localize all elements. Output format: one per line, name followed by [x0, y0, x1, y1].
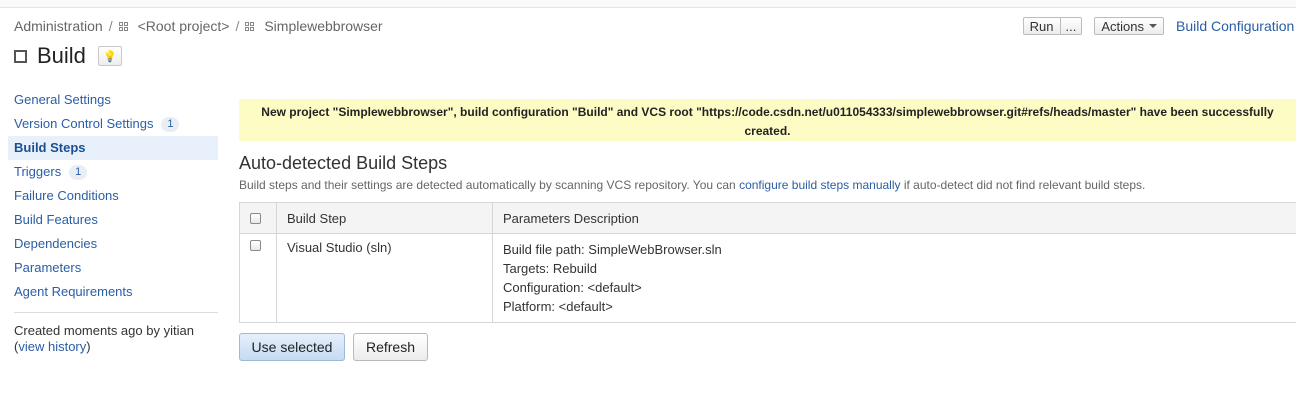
parameters-description: Build file path: SimpleWebBrowser.sln Ta… [492, 233, 1296, 323]
param-line: Build file path: SimpleWebBrowser.sln [503, 242, 722, 257]
row-select-cell [239, 233, 277, 323]
sidebar-item-label: Dependencies [14, 236, 98, 251]
sidebar-item-dependencies[interactable]: Dependencies [8, 232, 218, 256]
header-select-all-cell [239, 202, 277, 234]
chevron-down-icon [1149, 24, 1157, 28]
run-button-group: Run ... [1022, 17, 1083, 35]
breadcrumb-separator: / [108, 18, 113, 34]
sidebar-item-version-control-settings[interactable]: Version Control Settings 1 [8, 112, 218, 136]
sidebar-item-failure-conditions[interactable]: Failure Conditions [8, 184, 218, 208]
sidebar-item-general-settings[interactable]: General Settings [8, 88, 218, 112]
run-options-button[interactable]: ... [1060, 17, 1083, 35]
run-button[interactable]: Run [1022, 17, 1061, 35]
view-history-link[interactable]: view history [18, 339, 86, 354]
sidebar-item-label: Build Steps [14, 140, 86, 155]
created-info: Created moments ago by yitian (view hist… [14, 323, 218, 355]
sidebar-divider [14, 312, 218, 313]
count-badge: 1 [161, 116, 180, 132]
lightbulb-icon: 💡 [103, 50, 117, 63]
sidebar-item-agent-requirements[interactable]: Agent Requirements [8, 280, 218, 304]
actions-dropdown[interactable]: Actions [1094, 17, 1164, 35]
table-row: Visual Studio (sln) Build file path: Sim… [239, 233, 1296, 323]
count-badge: 1 [69, 164, 88, 180]
section-description: Build steps and their settings are detec… [239, 178, 1145, 192]
use-selected-button[interactable]: Use selected [239, 333, 345, 361]
select-all-checkbox[interactable] [250, 212, 261, 224]
breadcrumb-root-project[interactable]: <Root project> [138, 18, 230, 34]
sidebar-item-label: Failure Conditions [14, 188, 119, 203]
sidebar-item-label: Agent Requirements [14, 284, 133, 299]
build-configuration-icon [14, 49, 27, 63]
title-row: Build 💡 [14, 43, 122, 69]
build-step-name: Visual Studio (sln) [276, 233, 493, 323]
breadcrumb-project[interactable]: Simplewebbrowser [264, 18, 382, 34]
column-header-build-step: Build Step [276, 202, 493, 234]
param-line: Platform: <default> [503, 299, 613, 314]
breadcrumb: Administration / <Root project> / Simple… [14, 18, 383, 34]
param-line: Configuration: <default> [503, 280, 642, 295]
success-notice: New project "Simplewebbrowser", build co… [239, 99, 1296, 141]
build-configuration-home-link[interactable]: Build Configuration H [1176, 18, 1296, 34]
param-line: Targets: Rebuild [503, 261, 597, 276]
section-title: Auto-detected Build Steps [239, 153, 448, 173]
table-header-row: Build Step Parameters Description [239, 202, 1296, 234]
description-text: Build steps and their settings are detec… [239, 178, 740, 192]
sidebar-item-label: General Settings [14, 92, 111, 107]
row-checkbox[interactable] [250, 240, 261, 251]
build-steps-table: Build Step Parameters Description Visual… [239, 202, 1296, 323]
breadcrumb-separator: / [235, 18, 240, 34]
sidebar-item-label: Triggers [14, 164, 62, 179]
column-header-parameters: Parameters Description [492, 202, 1296, 234]
created-text: Created moments ago by yitian [14, 323, 194, 338]
actions-label: Actions [1101, 18, 1144, 34]
sidebar-item-triggers[interactable]: Triggers 1 [8, 160, 218, 184]
description-text: if auto-detect did not find relevant bui… [900, 178, 1146, 192]
top-border [0, 0, 1296, 8]
project-icon [245, 21, 255, 31]
page-title: Build [37, 43, 86, 68]
lightbulb-button[interactable]: 💡 [97, 46, 122, 66]
sidebar-item-label: Version Control Settings [14, 116, 154, 131]
sidebar-item-label: Build Features [14, 212, 98, 227]
breadcrumb-administration[interactable]: Administration [14, 18, 103, 34]
paren-close: ) [86, 339, 91, 354]
sidebar-item-build-features[interactable]: Build Features [8, 208, 218, 232]
sidebar-item-parameters[interactable]: Parameters [8, 256, 218, 280]
refresh-button[interactable]: Refresh [353, 333, 428, 361]
project-icon [118, 21, 128, 31]
configure-build-steps-link[interactable]: configure build steps manually [739, 178, 900, 192]
sidebar-item-build-steps[interactable]: Build Steps [8, 136, 218, 160]
sidebar: General Settings Version Control Setting… [8, 88, 218, 355]
top-actions: Run ... Actions Build Configuration H [1022, 17, 1296, 35]
sidebar-item-label: Parameters [14, 260, 82, 275]
